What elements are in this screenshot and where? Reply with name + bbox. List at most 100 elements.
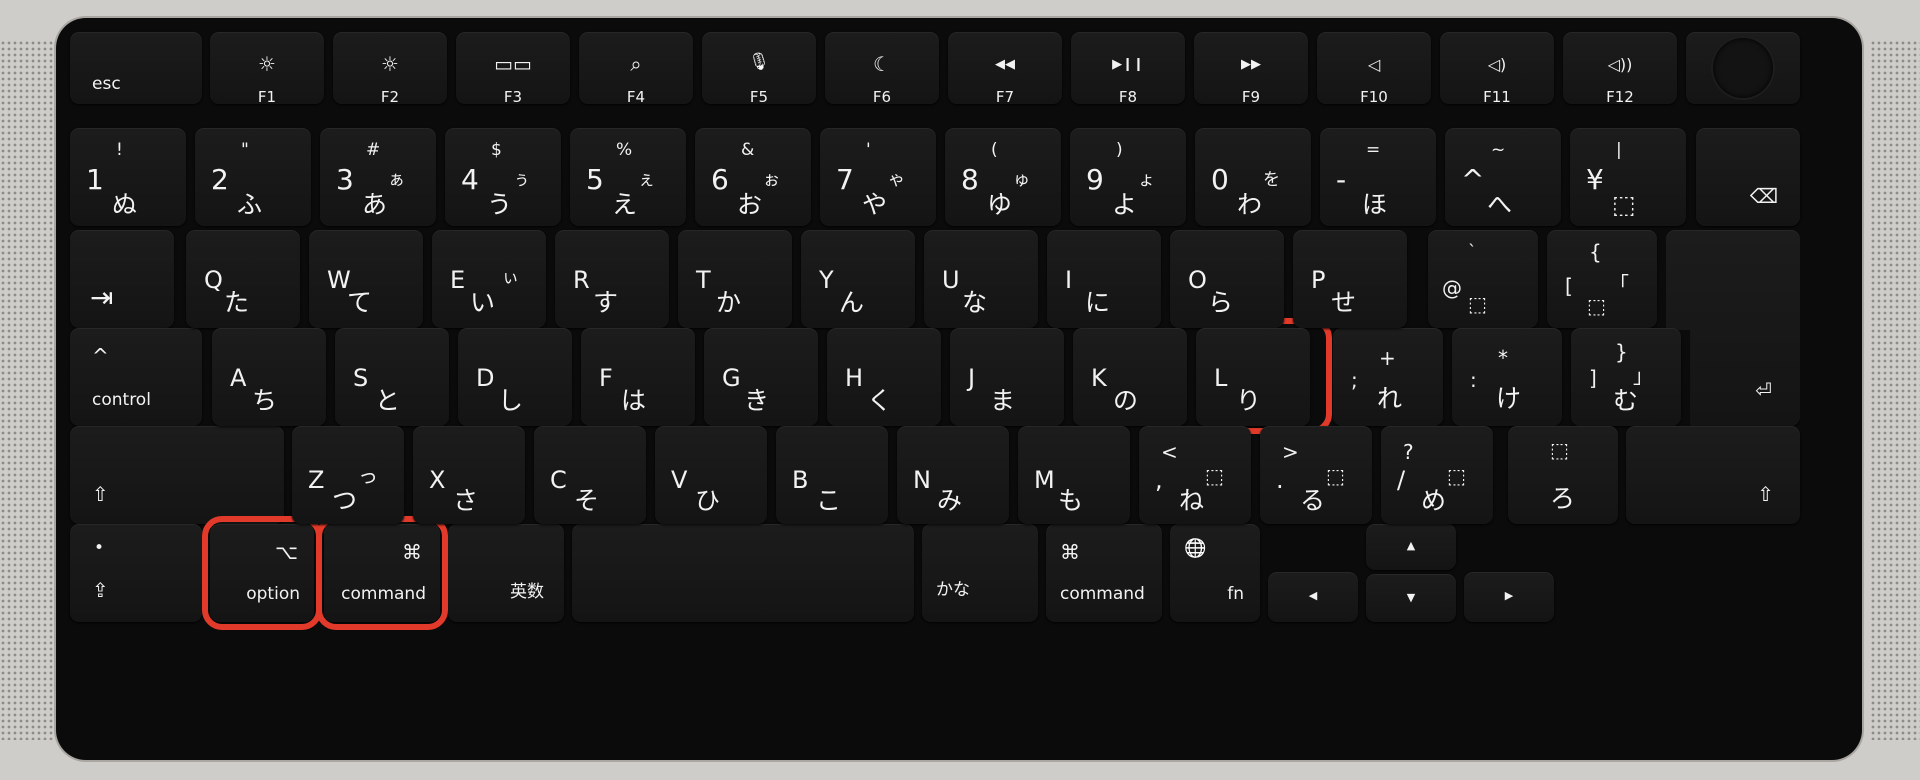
key-f1[interactable]: ☼ F1 (210, 32, 324, 105)
key-right-bracket[interactable]: } ] 」 む (1571, 328, 1681, 426)
key-arrow-right[interactable]: ▶ (1464, 572, 1554, 622)
key-f10[interactable]: ◁ F10 (1317, 32, 1431, 105)
key-kana-small: ⬚ (1326, 464, 1345, 488)
key-letter-j[interactable]: Jま (950, 328, 1064, 426)
key-f11[interactable]: ◁) F11 (1440, 32, 1554, 105)
key-z-row-5[interactable]: Nみ (897, 426, 1009, 524)
key-z-row-3[interactable]: Vひ (655, 426, 767, 524)
key-f5[interactable]: 🎙 F5 (702, 32, 816, 105)
key-letter-r[interactable]: Rす (555, 230, 669, 328)
key-letter-a[interactable]: Aち (212, 328, 326, 426)
key-command-right[interactable]: ⌘ command (1046, 524, 1162, 622)
key-num-9[interactable]: 0 をわ (1195, 128, 1311, 226)
key-shift-right[interactable]: ⇧ (1626, 426, 1800, 524)
key-f6[interactable]: ☾ F6 (825, 32, 939, 106)
key-f9[interactable]: ▶▶ F9 (1194, 32, 1308, 105)
key-num-7[interactable]: (8 ゅゆ (945, 128, 1061, 226)
key-letter-h[interactable]: Hく (827, 328, 941, 426)
key-num-11[interactable]: ~ ^ へ (1445, 128, 1561, 226)
key-ro[interactable]: ⬚ ろ (1508, 426, 1618, 524)
key-upper-label: & (741, 140, 755, 160)
key-num-8[interactable]: ) 9 ょよ (1070, 128, 1186, 226)
key-main-label: 8 (961, 163, 979, 196)
key-tab[interactable]: ⇥ (70, 230, 174, 328)
key-letter-p[interactable]: Pせ (1293, 230, 1407, 328)
keyboard-bottom-right-spacer (1562, 572, 1800, 622)
key-letter-g[interactable]: Gき (704, 328, 818, 426)
key-semicolon[interactable]: + ; れ (1333, 328, 1443, 426)
key-colon[interactable]: * : け (1452, 328, 1562, 426)
key-main-label: - (1336, 163, 1347, 196)
key-z-row-4[interactable]: Bこ (776, 426, 888, 524)
key-z-row-0[interactable]: Z っつ (292, 426, 404, 524)
key-main-label: K (1091, 364, 1107, 392)
key-z-row-9[interactable]: ? / ⬚ め (1381, 426, 1493, 524)
key-letter-s[interactable]: Sと (335, 328, 449, 426)
key-main-label: 4 (461, 163, 479, 196)
key-space[interactable] (572, 524, 914, 622)
key-f2[interactable]: ☼ F2 (333, 32, 447, 106)
key-letter-w[interactable]: Wて (309, 230, 423, 328)
key-return[interactable]: ⏎ (1666, 230, 1800, 426)
key-letter-q[interactable]: Qた (186, 230, 300, 328)
key-kana: ゆ (987, 190, 1013, 219)
key-num-3[interactable]: $4 ぅう (445, 128, 561, 226)
command-left-label: command (341, 584, 426, 604)
key-kana-small: っ (358, 464, 378, 488)
key-touch-id[interactable] (1686, 32, 1800, 104)
key-left-bracket[interactable]: { [ 「 ⬚ (1547, 230, 1657, 328)
key-letter-e[interactable]: E ぃい (432, 230, 546, 328)
key-kana[interactable]: かな (922, 524, 1038, 622)
eisu-label: 英数 (510, 582, 544, 602)
key-z-row-1[interactable]: Xさ (413, 426, 525, 524)
key-control[interactable]: ^ control (70, 328, 202, 426)
key-num-5[interactable]: & 6 ぉお (695, 128, 811, 226)
key-kana: は (621, 386, 647, 415)
key-main-label: A (230, 364, 247, 392)
key-fn[interactable]: 🌐 fn (1170, 524, 1260, 622)
key-num-12[interactable]: | ¥ ⬚ (1570, 128, 1686, 226)
key-num-1[interactable]: " 2 ふ (195, 128, 311, 226)
key-letter-l[interactable]: Lり (1196, 328, 1310, 426)
key-arrow-up[interactable]: ▲ (1366, 524, 1456, 570)
key-f4[interactable]: ⌕ F4 (579, 32, 693, 105)
key-z-row-2[interactable]: Cそ (534, 426, 646, 524)
key-at-kana: ⬚ (1468, 292, 1487, 316)
key-eisu[interactable]: 英数 (448, 524, 564, 622)
key-f6-label: F6 (872, 88, 892, 106)
key-f7[interactable]: ◀◀ F7 (948, 32, 1062, 105)
key-num-4[interactable]: % 5 ぇえ (570, 128, 686, 226)
key-shift-left[interactable]: ⇧ (70, 426, 284, 524)
key-num-10[interactable]: = - ほ (1320, 128, 1436, 226)
key-f3[interactable]: ▭▭ F3 (456, 32, 570, 105)
key-f12[interactable]: ◁)) F12 (1563, 32, 1677, 105)
key-esc[interactable]: esc (70, 32, 202, 104)
key-letter-o[interactable]: Oら (1170, 230, 1284, 328)
key-main-label: 7 (836, 163, 854, 196)
key-at[interactable]: ` @ ⬚ (1428, 230, 1538, 328)
key-num-0[interactable]: ! 1 ぬ (70, 128, 186, 226)
key-f8[interactable]: ▶❙❙ F8 (1071, 32, 1185, 105)
key-delete[interactable]: ⌫ (1696, 128, 1800, 226)
key-f2-label: F2 (380, 88, 400, 106)
key-option[interactable]: ⌥ option (210, 524, 314, 622)
key-command-left[interactable]: ⌘ command (324, 524, 440, 622)
tab-icon: ⇥ (90, 281, 114, 314)
key-letter-u[interactable]: Uな (924, 230, 1038, 328)
mute-icon: ◁ (1367, 55, 1381, 74)
key-z-row-7[interactable]: <, ⬚ ね (1139, 426, 1251, 524)
key-arrow-down[interactable]: ▼ (1366, 574, 1456, 622)
key-z-row-6[interactable]: Mも (1018, 426, 1130, 524)
key-z-row-8[interactable]: >. ⬚ る (1260, 426, 1372, 524)
key-letter-t[interactable]: Tか (678, 230, 792, 328)
key-letter-i[interactable]: Iに (1047, 230, 1161, 328)
touch-id-sensor (1713, 38, 1773, 98)
key-num-2[interactable]: #3 ぁあ (320, 128, 436, 226)
key-letter-f[interactable]: Fは (581, 328, 695, 426)
key-letter-d[interactable]: Dし (458, 328, 572, 426)
key-arrow-left[interactable]: ◀ (1268, 572, 1358, 622)
key-letter-k[interactable]: Kの (1073, 328, 1187, 426)
key-num-6[interactable]: ' 7 ゃや (820, 128, 936, 226)
key-letter-y[interactable]: Yん (801, 230, 915, 328)
key-fn-globe[interactable]: • ⇪ (70, 524, 202, 622)
